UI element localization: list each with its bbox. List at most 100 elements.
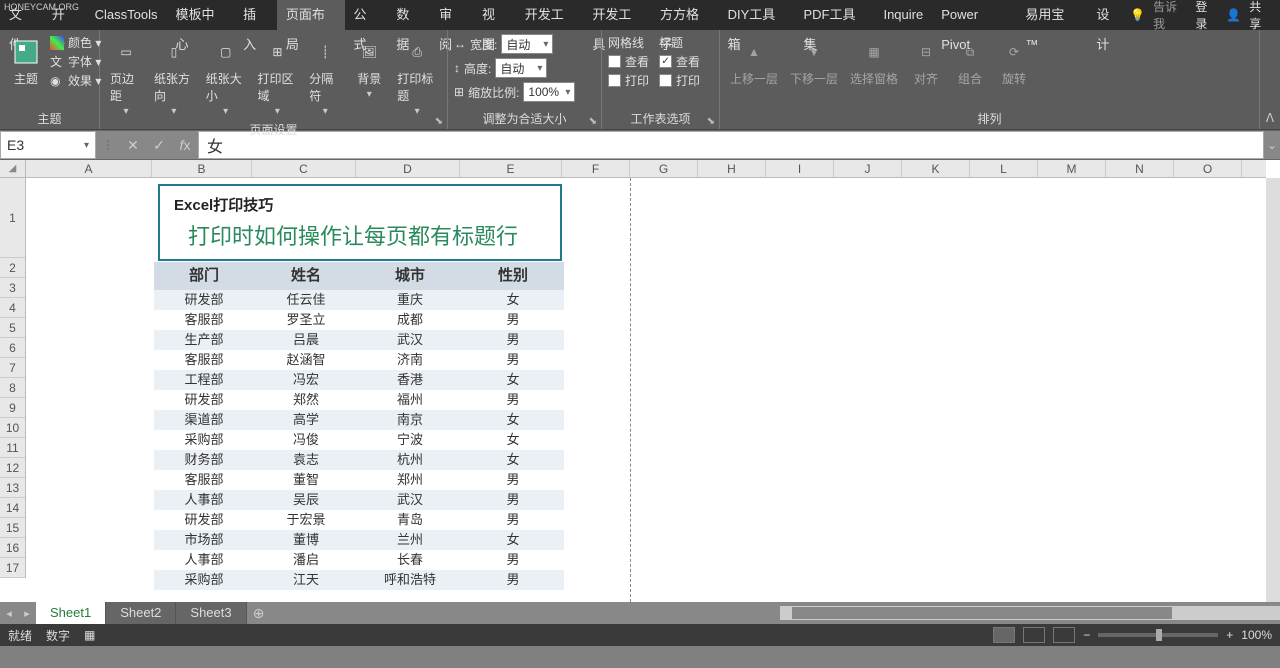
select-all-corner[interactable]: ◢ <box>0 160 26 178</box>
col-head-M[interactable]: M <box>1038 160 1106 177</box>
table-row[interactable]: 客服部罗圣立成都男 <box>154 310 564 330</box>
table-cell[interactable]: 兰州 <box>358 530 462 550</box>
row-head-1[interactable]: 1 <box>0 178 25 258</box>
row-head-5[interactable]: 5 <box>0 318 25 338</box>
table-header[interactable]: 部门 <box>154 262 254 290</box>
vertical-scrollbar[interactable] <box>1266 178 1280 602</box>
table-cell[interactable]: 吕晨 <box>254 330 358 350</box>
table-cell[interactable]: 男 <box>462 310 564 330</box>
row-head-4[interactable]: 4 <box>0 298 25 318</box>
menu-tab-5[interactable]: 页面布局 <box>277 0 345 30</box>
row-head-3[interactable]: 3 <box>0 278 25 298</box>
table-cell[interactable]: 高学 <box>254 410 358 430</box>
table-cell[interactable]: 财务部 <box>154 450 254 470</box>
table-cell[interactable]: 男 <box>462 390 564 410</box>
row-head-11[interactable]: 11 <box>0 438 25 458</box>
pagesetup-4[interactable]: ┊分隔符▾ <box>305 34 345 119</box>
table-cell[interactable]: 宁波 <box>358 430 462 450</box>
col-head-C[interactable]: C <box>252 160 356 177</box>
col-head-N[interactable]: N <box>1106 160 1174 177</box>
table-cell[interactable]: 女 <box>462 450 564 470</box>
worksheet[interactable]: ◢ ABCDEFGHIJKLMNO 1234567891011121314151… <box>0 160 1280 602</box>
row-head-15[interactable]: 15 <box>0 518 25 538</box>
expand-formula-icon[interactable]: ⌄ <box>1264 138 1280 152</box>
scale-combo[interactable]: 100% <box>523 82 575 102</box>
row-head-7[interactable]: 7 <box>0 358 25 378</box>
table-cell[interactable]: 福州 <box>358 390 462 410</box>
horizontal-scrollbar[interactable] <box>780 606 1280 620</box>
table-row[interactable]: 研发部任云佳重庆女 <box>154 290 564 310</box>
table-header[interactable]: 姓名 <box>254 262 358 290</box>
menu-tab-7[interactable]: 数据 <box>387 0 430 30</box>
menu-tab-6[interactable]: 公式 <box>345 0 388 30</box>
view-normal[interactable] <box>993 627 1015 643</box>
table-cell[interactable]: 男 <box>462 470 564 490</box>
table-cell[interactable]: 研发部 <box>154 390 254 410</box>
sheetopt-launcher[interactable]: ⬊ <box>707 116 715 127</box>
table-cell[interactable]: 武汉 <box>358 490 462 510</box>
head-view-chk[interactable]: ✓ <box>659 55 672 68</box>
themes-button[interactable]: 主题 <box>6 34 46 89</box>
col-head-I[interactable]: I <box>766 160 834 177</box>
scale-launcher[interactable]: ⬊ <box>589 116 597 127</box>
table-row[interactable]: 生产部吕晨武汉男 <box>154 330 564 350</box>
menu-tab-16[interactable]: Power Pivot <box>932 0 1016 30</box>
table-cell[interactable]: 赵涵智 <box>254 350 358 370</box>
pagesetup-3[interactable]: ⊞打印区域▾ <box>254 34 302 119</box>
sheet-tab-Sheet1[interactable]: Sheet1 <box>36 602 106 624</box>
col-head-K[interactable]: K <box>902 160 970 177</box>
arrange-1[interactable]: ▼下移一层 <box>786 34 842 89</box>
col-head-O[interactable]: O <box>1174 160 1242 177</box>
table-row[interactable]: 市场部董博兰州女 <box>154 530 564 550</box>
zoom-out[interactable]: − <box>1083 628 1090 642</box>
table-cell[interactable]: 工程部 <box>154 370 254 390</box>
collapse-ribbon[interactable]: ᐱ <box>1260 30 1280 129</box>
menu-tab-15[interactable]: Inquire <box>874 0 932 30</box>
zoom-slider[interactable] <box>1098 633 1218 637</box>
height-combo[interactable]: 自动 <box>495 58 547 78</box>
pagesetup-6[interactable]: ⎙打印标题▾ <box>393 34 441 119</box>
table-cell[interactable]: 呼和浩特 <box>358 570 462 590</box>
macro-icon[interactable]: ▦ <box>84 628 95 642</box>
row-head-17[interactable]: 17 <box>0 558 25 578</box>
menu-tab-17[interactable]: 易用宝 ™ <box>1016 0 1087 30</box>
row-head-12[interactable]: 12 <box>0 458 25 478</box>
table-cell[interactable]: 董智 <box>254 470 358 490</box>
col-head-H[interactable]: H <box>698 160 766 177</box>
table-cell[interactable]: 济南 <box>358 350 462 370</box>
table-cell[interactable]: 潘启 <box>254 550 358 570</box>
zoom-in[interactable]: + <box>1226 628 1233 642</box>
table-cell[interactable]: 客服部 <box>154 470 254 490</box>
row-head-10[interactable]: 10 <box>0 418 25 438</box>
table-row[interactable]: 工程部冯宏香港女 <box>154 370 564 390</box>
tellme[interactable]: 告诉我 <box>1153 0 1187 32</box>
table-cell[interactable]: 女 <box>462 290 564 310</box>
view-layout[interactable] <box>1023 627 1045 643</box>
table-cell[interactable]: 罗圣立 <box>254 310 358 330</box>
table-cell[interactable]: 任云佳 <box>254 290 358 310</box>
table-cell[interactable]: 人事部 <box>154 490 254 510</box>
arrange-5[interactable]: ⟳旋转 <box>994 34 1034 89</box>
table-cell[interactable]: 男 <box>462 330 564 350</box>
table-cell[interactable]: 男 <box>462 350 564 370</box>
table-cell[interactable]: 冯宏 <box>254 370 358 390</box>
table-cell[interactable]: 客服部 <box>154 310 254 330</box>
col-head-E[interactable]: E <box>460 160 562 177</box>
row-head-2[interactable]: 2 <box>0 258 25 278</box>
table-header[interactable]: 城市 <box>358 262 462 290</box>
table-row[interactable]: 采购部江天呼和浩特男 <box>154 570 564 590</box>
table-cell[interactable]: 男 <box>462 490 564 510</box>
table-cell[interactable]: 男 <box>462 570 564 590</box>
menu-tab-9[interactable]: 视图 <box>473 0 516 30</box>
table-cell[interactable]: 郑州 <box>358 470 462 490</box>
zoom-value[interactable]: 100% <box>1241 628 1272 642</box>
table-cell[interactable]: 女 <box>462 430 564 450</box>
table-cell[interactable]: 女 <box>462 370 564 390</box>
row-head-14[interactable]: 14 <box>0 498 25 518</box>
menu-tab-4[interactable]: 插入 <box>234 0 277 30</box>
table-cell[interactable]: 女 <box>462 530 564 550</box>
head-print-chk[interactable] <box>659 74 672 87</box>
grid-print-chk[interactable] <box>608 74 621 87</box>
arrange-3[interactable]: ⊟对齐 <box>906 34 946 89</box>
name-box[interactable]: E3▾ <box>0 131 96 159</box>
